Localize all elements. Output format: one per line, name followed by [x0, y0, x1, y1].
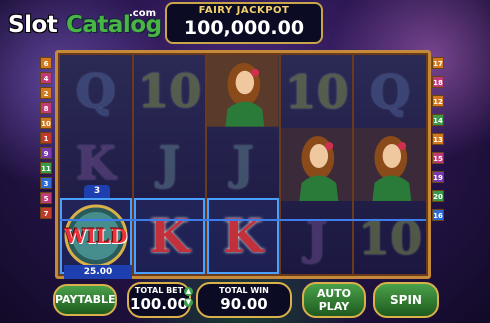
reel-cell: Q [60, 55, 132, 127]
reel-cell: J [281, 201, 353, 274]
reel-cell: J [207, 127, 279, 199]
total-win-label: TOTAL WIN [219, 286, 269, 295]
payline-marker[interactable]: 16 [432, 209, 444, 221]
payline-marker[interactable]: 11 [40, 162, 52, 174]
payline-marker[interactable]: 4 [40, 72, 52, 84]
logo-word-slot: Slot [8, 12, 58, 38]
reel-cell-win: K [207, 198, 279, 275]
symbol-q: Q [75, 63, 116, 118]
payline-marker[interactable]: 9 [40, 147, 52, 159]
bet-decrease-icon[interactable]: ▼ [184, 298, 193, 307]
paylines-left: 6 4 2 8 10 1 9 11 3 5 7 [40, 57, 52, 219]
payline-marker[interactable]: 10 [40, 117, 52, 129]
reel-cell [280, 128, 353, 201]
symbol-j: J [232, 135, 254, 190]
payline-marker[interactable]: 20 [432, 190, 444, 202]
payline-marker[interactable]: 12 [432, 95, 444, 107]
total-win-value: 90.00 [220, 295, 268, 313]
spin-button[interactable]: SPIN [373, 282, 439, 318]
payline-marker[interactable]: 13 [432, 133, 444, 145]
symbol-q: Q [370, 64, 411, 119]
line-win-amount: 25.00 [64, 265, 132, 279]
reels-grid: Q K WILD 10 J K J K 10 J Q 10 [60, 55, 426, 275]
payline-marker[interactable]: 18 [432, 76, 444, 88]
symbol-j: J [305, 210, 328, 265]
symbol-10: 10 [358, 210, 423, 265]
total-bet-value: 100.00 [130, 295, 188, 313]
bet-increase-icon[interactable]: ▲ [184, 287, 193, 296]
total-bet-panel: TOTAL BET 100.00 [127, 282, 191, 318]
win-line-indicator [60, 219, 426, 221]
jackpot-label: FAIRY JACKPOT [198, 5, 290, 16]
paytable-button[interactable]: PAYTABLE [53, 284, 117, 316]
paylines-right: 17 18 12 14 13 15 19 20 16 [432, 57, 444, 221]
payline-marker[interactable]: 6 [40, 57, 52, 69]
symbol-10: 10 [137, 63, 202, 118]
payline-marker[interactable]: 3 [40, 177, 52, 189]
reel-cell: J [134, 127, 206, 199]
logo-domain: .com [129, 8, 157, 19]
reel-cell-win: K [133, 198, 206, 275]
payline-marker[interactable]: 14 [432, 114, 444, 126]
payline-marker[interactable]: 8 [40, 102, 52, 114]
reel-cell: 10 [281, 55, 353, 128]
fairy-symbol-icon [207, 55, 279, 127]
reel-4: 10 J [280, 55, 353, 274]
payline-marker[interactable]: 15 [432, 152, 444, 164]
symbol-k: K [75, 135, 116, 190]
fairy-symbol-icon [354, 128, 426, 201]
symbol-10: 10 [284, 64, 349, 119]
wild-symbol-cell: WILD [60, 198, 132, 275]
reel-cell: 10 [354, 201, 426, 274]
fairy-jackpot-panel: FAIRY JACKPOT 100,000.00 [165, 2, 323, 44]
total-bet-label: TOTAL BET [134, 286, 184, 295]
payline-marker[interactable]: 17 [432, 57, 444, 69]
reel-5: Q 10 [354, 55, 426, 274]
reel-3: J K [207, 55, 279, 275]
payline-marker[interactable]: 5 [40, 192, 52, 204]
winning-line-number: 3 [84, 185, 110, 198]
total-win-panel: TOTAL WIN 90.00 [196, 282, 292, 318]
reel-cell [354, 128, 426, 201]
bet-stepper: ▲ ▼ [184, 287, 193, 307]
reel-cell [207, 55, 279, 127]
reel-2: 10 J K [133, 55, 206, 275]
payline-marker[interactable]: 1 [40, 132, 52, 144]
payline-marker[interactable]: 2 [40, 87, 52, 99]
auto-play-label: AUTO PLAY [317, 287, 351, 313]
fairy-symbol-icon [280, 128, 353, 201]
auto-play-button[interactable]: AUTO PLAY [302, 282, 366, 318]
reel-cell: Q [354, 55, 426, 128]
jackpot-amount: 100,000.00 [183, 17, 305, 39]
slotcatalog-logo: Slot Catalog .com [8, 6, 162, 42]
symbol-wild: WILD [64, 224, 128, 249]
reel-1: Q K WILD [60, 55, 132, 275]
payline-marker[interactable]: 19 [432, 171, 444, 183]
payline-marker[interactable]: 7 [40, 207, 52, 219]
symbol-j: J [158, 135, 181, 190]
reel-cell: 10 [134, 55, 206, 127]
